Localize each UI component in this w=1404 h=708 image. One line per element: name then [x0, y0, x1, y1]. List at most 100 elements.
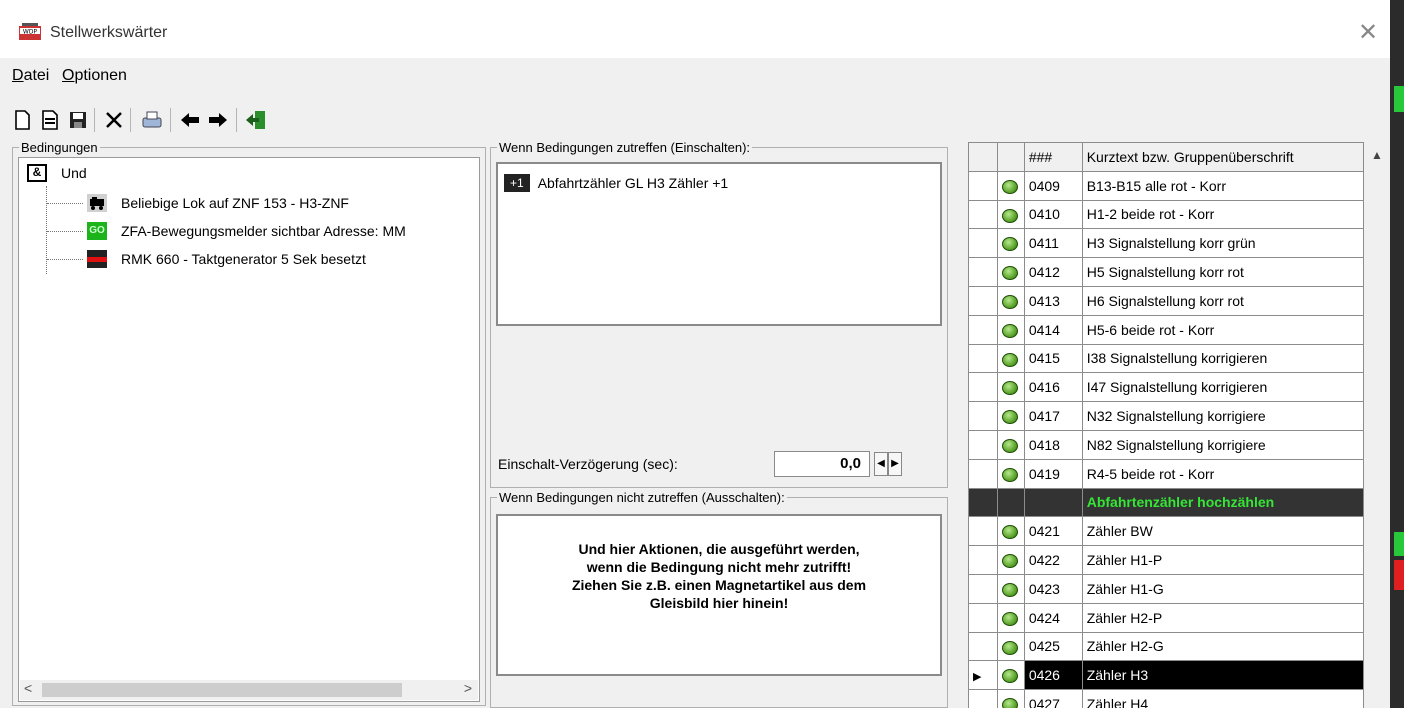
exit-icon[interactable] [244, 108, 268, 132]
delay-input[interactable]: 0,0 [774, 451, 870, 477]
row-number: 0426 [1023, 660, 1083, 691]
tree-item-label: RMK 660 - Taktgenerator 5 Sek besetzt [121, 251, 366, 267]
vertical-scrollbar[interactable]: ▲ [1364, 142, 1390, 708]
row-status [996, 429, 1025, 460]
table-row[interactable]: 0417 N32 Signalstellung korrigiere [968, 401, 1365, 431]
scroll-left-icon[interactable]: < [24, 680, 32, 696]
rule-table: ### Kurztext bzw. Gruppenüberschrift 040… [968, 142, 1365, 708]
action-item[interactable]: +1 Abfahrtzähler GL H3 Zähler +1 [504, 174, 728, 192]
on-false-action-list[interactable]: Und hier Aktionen, die ausgeführt werden… [496, 514, 942, 676]
table-row[interactable]: 0413 H6 Signalstellung korr rot [968, 285, 1365, 316]
table-row[interactable]: ▶ 0426 Zähler H3 [968, 660, 1365, 691]
toolbar [0, 98, 1390, 140]
row-indicator[interactable] [968, 401, 998, 431]
row-indicator[interactable] [968, 285, 998, 316]
row-status [996, 228, 1025, 259]
row-indicator[interactable] [968, 573, 998, 604]
open-icon[interactable] [38, 108, 62, 132]
spin-increase-icon[interactable]: ▶ [888, 452, 902, 476]
locomotive-icon [87, 194, 107, 212]
table-row[interactable]: 0418 N82 Signalstellung korrigiere [968, 429, 1365, 460]
row-indicator[interactable]: ▶ [968, 660, 998, 691]
delete-icon[interactable] [102, 108, 126, 132]
row-number: 0424 [1023, 602, 1083, 633]
status-led-icon [1001, 640, 1018, 655]
row-indicator[interactable] [968, 458, 998, 489]
horizontal-scrollbar[interactable]: < > [20, 680, 478, 700]
table-row[interactable]: 0410 H1-2 beide rot - Korr [968, 199, 1365, 230]
row-text: Zähler H2-P [1081, 602, 1365, 633]
row-number: 0409 [1023, 170, 1083, 201]
header-number[interactable]: ### [1023, 142, 1083, 172]
menu-datei[interactable]: Datei [12, 67, 49, 85]
table-row[interactable]: 0421 Zähler BW [968, 516, 1365, 547]
and-operator-icon: & [27, 164, 47, 182]
status-led-icon [1001, 439, 1018, 454]
row-indicator[interactable] [968, 429, 998, 460]
table-row[interactable]: 0415 I38 Signalstellung korrigieren [968, 343, 1365, 374]
table-row[interactable]: 0425 Zähler H2-G [968, 631, 1365, 662]
row-indicator[interactable] [968, 545, 998, 575]
row-status [996, 170, 1025, 201]
table-row[interactable]: 0424 Zähler H2-P [968, 602, 1365, 633]
row-status [996, 199, 1025, 230]
table-row[interactable]: 0409 B13-B15 alle rot - Korr [968, 170, 1365, 201]
row-number: 0411 [1023, 228, 1083, 259]
tree-root-and[interactable]: & Und [27, 164, 87, 182]
row-status [996, 285, 1025, 316]
status-led-icon [1001, 467, 1018, 482]
row-indicator[interactable] [968, 516, 998, 547]
table-row[interactable]: Abfahrtenzähler hochzählen [968, 487, 1365, 518]
tree-root-label: Und [61, 165, 87, 181]
row-indicator[interactable] [968, 689, 998, 708]
table-row[interactable]: 0422 Zähler H1-P [968, 545, 1365, 575]
conditions-legend: Bedingungen [21, 140, 98, 155]
table-row[interactable]: 0412 H5 Signalstellung korr rot [968, 257, 1365, 287]
row-number: 0423 [1023, 573, 1083, 604]
print-icon[interactable] [140, 108, 164, 132]
menu-optionen[interactable]: Optionen [62, 67, 127, 85]
row-indicator[interactable] [968, 314, 998, 345]
row-status [996, 458, 1025, 489]
title-bar: WDP Stellwerkswärter ✕ [0, 0, 1390, 58]
row-status [996, 487, 1025, 518]
scroll-thumb[interactable] [42, 683, 402, 697]
row-indicator[interactable] [968, 228, 998, 259]
row-number: 0418 [1023, 429, 1083, 460]
tree-item-loco[interactable]: Beliebige Lok auf ZNF 153 - H3-ZNF [47, 192, 349, 214]
table-row[interactable]: 0427 Zähler H4 [968, 689, 1365, 708]
row-indicator[interactable] [968, 170, 998, 201]
new-icon[interactable] [10, 108, 34, 132]
conditions-tree[interactable]: & Und Beliebige Lok auf ZNF 153 - H3-ZNF… [18, 157, 480, 702]
track-occupied-icon [87, 250, 107, 268]
on-true-action-list[interactable]: +1 Abfahrtzähler GL H3 Zähler +1 [496, 162, 942, 326]
scroll-up-icon[interactable]: ▲ [1371, 148, 1383, 162]
table-row[interactable]: 0416 I47 Signalstellung korrigieren [968, 372, 1365, 403]
row-indicator[interactable] [968, 343, 998, 374]
on-true-legend: Wenn Bedingungen zutreffen (Einschalten)… [499, 140, 751, 155]
forward-arrow-icon[interactable] [206, 108, 230, 132]
edge-marker-green [1394, 86, 1404, 112]
back-arrow-icon[interactable] [178, 108, 202, 132]
tree-item-motion-sensor[interactable]: GO ZFA-Bewegungsmelder sichtbar Adresse:… [47, 220, 406, 242]
row-indicator[interactable] [968, 257, 998, 287]
row-text: H3 Signalstellung korr grün [1081, 228, 1365, 259]
scroll-right-icon[interactable]: > [464, 680, 472, 696]
drop-hint: Und hier Aktionen, die ausgeführt werden… [571, 541, 867, 611]
header-text[interactable]: Kurztext bzw. Gruppenüberschrift [1081, 142, 1365, 172]
table-row[interactable]: 0414 H5-6 beide rot - Korr [968, 314, 1365, 345]
row-indicator[interactable] [968, 487, 998, 518]
table-row[interactable]: 0411 H3 Signalstellung korr grün [968, 228, 1365, 259]
row-indicator[interactable] [968, 199, 998, 230]
row-number: 0410 [1023, 199, 1083, 230]
table-row[interactable]: 0423 Zähler H1-G [968, 573, 1365, 604]
spin-decrease-icon[interactable]: ◀ [874, 452, 888, 476]
save-icon[interactable] [66, 108, 90, 132]
table-row[interactable]: 0419 R4-5 beide rot - Korr [968, 458, 1365, 489]
row-indicator[interactable] [968, 372, 998, 403]
tree-item-track-contact[interactable]: RMK 660 - Taktgenerator 5 Sek besetzt [47, 248, 366, 270]
row-indicator[interactable] [968, 602, 998, 633]
row-indicator[interactable] [968, 631, 998, 662]
close-icon[interactable]: ✕ [1358, 18, 1378, 47]
row-status [996, 660, 1025, 691]
